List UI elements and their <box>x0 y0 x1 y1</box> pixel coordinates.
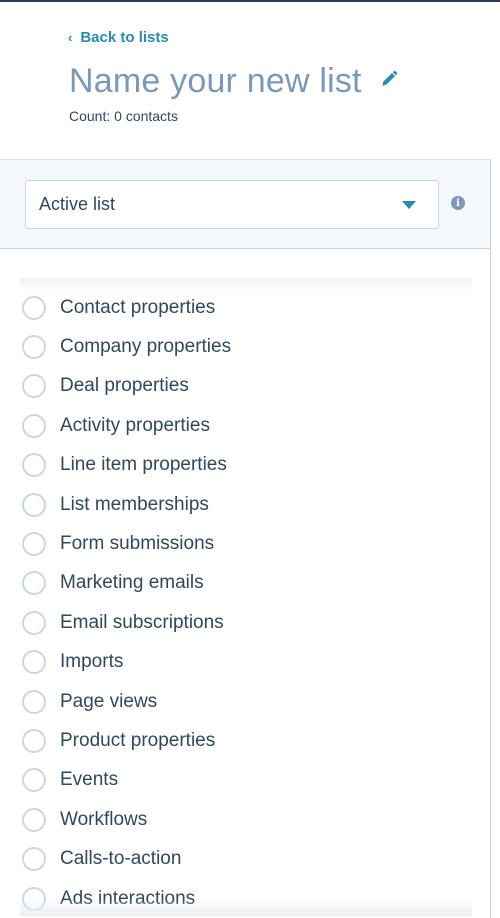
radio-button[interactable] <box>22 728 46 753</box>
filter-category-label: Activity properties <box>60 414 210 436</box>
back-to-lists-label: Back to lists <box>80 29 169 46</box>
filter-category-label: Imports <box>60 651 124 673</box>
filter-category-option[interactable]: Imports <box>20 643 472 682</box>
pencil-icon[interactable] <box>380 70 398 88</box>
scroll-shadow-top <box>20 278 472 292</box>
filter-category-option[interactable]: Company properties <box>20 327 472 366</box>
radio-button[interactable] <box>22 571 46 596</box>
filter-category-label: Form submissions <box>60 533 215 555</box>
caret-down-icon <box>402 201 416 209</box>
list-type-bar: Active list i <box>0 159 490 249</box>
filter-category-option[interactable]: Deal properties <box>20 367 472 406</box>
list-header: ‹ Back to lists Name your new list Count… <box>0 2 500 159</box>
info-icon[interactable]: i <box>451 196 465 210</box>
radio-button[interactable] <box>22 374 46 399</box>
back-to-lists-link[interactable]: ‹ Back to lists <box>68 29 169 46</box>
radio-button[interactable] <box>22 295 46 320</box>
filter-category-option[interactable]: Email subscriptions <box>20 603 472 642</box>
radio-button[interactable] <box>22 492 46 517</box>
filter-category-option[interactable]: Page views <box>20 682 472 721</box>
radio-button[interactable] <box>22 807 46 832</box>
filter-category-label: Events <box>60 769 119 791</box>
filter-category-label: Contact properties <box>60 296 216 318</box>
radio-button[interactable] <box>22 532 46 557</box>
filter-category-label: Page views <box>60 690 158 712</box>
filter-category-option[interactable]: Form submissions <box>20 524 472 563</box>
filter-category-label: Company properties <box>60 336 232 358</box>
filter-category-label: Line item properties <box>60 454 227 476</box>
right-panel-divider <box>490 159 500 918</box>
radio-button[interactable] <box>22 610 46 635</box>
filter-category-items: Contact properties Company properties Deal… <box>20 288 472 916</box>
filter-category-label: Email subscriptions <box>60 611 224 633</box>
radio-button[interactable] <box>22 689 46 714</box>
filter-category-option[interactable]: Calls-to-action <box>20 839 472 878</box>
list-name-title[interactable]: Name your new list <box>69 62 362 101</box>
filter-category-list[interactable]: Contact properties Company properties Deal… <box>20 278 472 916</box>
filter-category-option[interactable]: List memberships <box>20 485 472 524</box>
contact-count: Count: 0 contacts <box>69 108 178 124</box>
radio-button[interactable] <box>22 453 46 478</box>
filter-category-label: Product properties <box>60 729 216 751</box>
filter-category-option[interactable]: Line item properties <box>20 446 472 485</box>
radio-button[interactable] <box>22 413 46 438</box>
chevron-left-icon: ‹ <box>68 30 73 45</box>
filter-category-option[interactable]: Events <box>20 761 472 800</box>
radio-button[interactable] <box>22 847 46 872</box>
filter-category-label: Marketing emails <box>60 572 204 594</box>
scroll-shadow-bottom <box>20 900 472 916</box>
filter-category-label: Deal properties <box>60 375 189 397</box>
filter-category-option[interactable]: Contact properties <box>20 288 472 327</box>
filter-category-option[interactable]: Activity properties <box>20 406 472 445</box>
filter-category-label: List memberships <box>60 493 209 515</box>
radio-button[interactable] <box>22 335 46 360</box>
filter-category-option[interactable]: Workflows <box>20 800 472 839</box>
filter-category-option[interactable]: Marketing emails <box>20 564 472 603</box>
list-type-dropdown[interactable]: Active list <box>25 180 439 229</box>
filter-category-option[interactable]: Product properties <box>20 721 472 760</box>
radio-button[interactable] <box>22 650 46 675</box>
filter-category-label: Workflows <box>60 808 148 830</box>
title-row: Name your new list <box>69 62 398 101</box>
radio-button[interactable] <box>22 768 46 793</box>
list-type-selected: Active list <box>39 194 116 214</box>
filter-category-label: Calls-to-action <box>60 848 182 870</box>
